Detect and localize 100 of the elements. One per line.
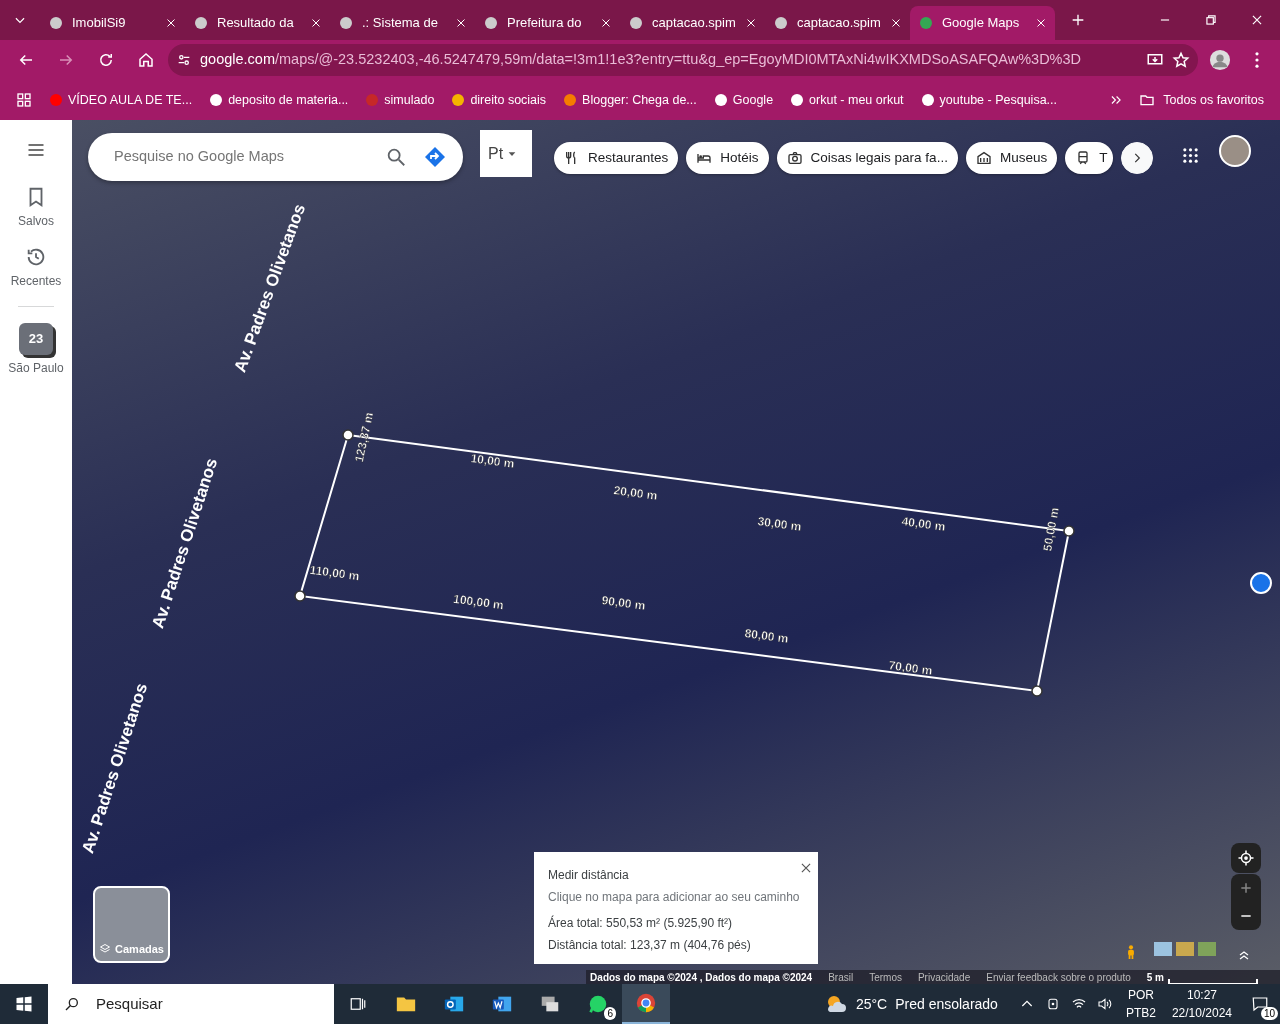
bookmark-link[interactable]: simulado bbox=[364, 90, 435, 110]
notification-center-button[interactable]: 10 bbox=[1240, 984, 1280, 1024]
category-chip[interactable]: T bbox=[1065, 142, 1114, 174]
close-icon bbox=[455, 17, 467, 29]
distance-label: 40,00 m bbox=[900, 514, 947, 534]
notification-count: 6 bbox=[604, 1007, 616, 1020]
site-icon bbox=[364, 92, 381, 108]
favicon-icon bbox=[193, 15, 209, 31]
my-location-button[interactable] bbox=[1231, 843, 1261, 873]
bookmark-link[interactable]: deposito de materia... bbox=[208, 90, 349, 110]
distance-label: 90,00 m bbox=[600, 593, 647, 613]
language-indicator[interactable]: POR PTB2 bbox=[1125, 986, 1156, 1022]
imagery-thumbnail[interactable] bbox=[1154, 942, 1172, 956]
search-icon bbox=[64, 996, 80, 1012]
browser-app-icon bbox=[635, 992, 657, 1014]
sidebar-item[interactable]: 23 São Paulo bbox=[8, 323, 64, 377]
measure-point-handle[interactable] bbox=[1063, 525, 1075, 537]
history-icon bbox=[25, 246, 47, 268]
favicon-icon bbox=[338, 15, 354, 31]
taskbar-app-button[interactable] bbox=[622, 984, 670, 1024]
speaker-icon[interactable] bbox=[1096, 996, 1113, 1012]
clock[interactable]: 10:27 22/10/2024 bbox=[1171, 986, 1232, 1022]
distance-label: 30,00 m bbox=[756, 514, 803, 534]
measure-point-handle[interactable] bbox=[1031, 685, 1043, 697]
site-icon bbox=[450, 92, 467, 108]
site-icon bbox=[712, 92, 729, 108]
close-icon bbox=[1035, 17, 1047, 29]
directions-icon[interactable] bbox=[423, 145, 447, 169]
close-icon bbox=[310, 17, 322, 29]
plus-icon bbox=[1070, 12, 1086, 28]
scale-label: 5 m bbox=[1146, 970, 1164, 984]
distance-label: 70,00 m bbox=[887, 658, 934, 678]
sidebar-item[interactable]: Salvos bbox=[18, 186, 54, 230]
apps-grid-icon[interactable] bbox=[16, 92, 32, 108]
browser-tab[interactable]: Google Maps bbox=[910, 6, 1055, 40]
footer-link[interactable]: Brasil bbox=[828, 969, 854, 984]
distance-label: 10,00 m bbox=[469, 451, 516, 471]
footer-link[interactable]: Privacidade bbox=[917, 969, 971, 984]
panel-hint: Clique no mapa para adicionar ao seu caminho bbox=[548, 889, 801, 906]
star-icon bbox=[1172, 51, 1190, 69]
bookmark-link[interactable]: direito sociais bbox=[450, 90, 547, 110]
bookmark-link[interactable]: orkut - meu orkut bbox=[789, 90, 904, 110]
sidebar-item[interactable]: Recentes bbox=[10, 246, 62, 290]
bookmark-link[interactable]: Blogger: Chega de... bbox=[562, 90, 697, 110]
zoom-out-button[interactable] bbox=[1231, 902, 1261, 930]
browser-tab[interactable]: Resultado da bbox=[185, 6, 330, 40]
chevrons-icon[interactable] bbox=[1109, 93, 1124, 107]
search-bar[interactable]: Pesquise no Google Maps bbox=[88, 133, 463, 181]
plus-icon bbox=[1239, 881, 1253, 895]
person-icon bbox=[1209, 49, 1231, 71]
favicon-icon bbox=[48, 15, 64, 31]
distance-total-text: Distância total: 123,37 m (404,76 pés) bbox=[548, 937, 752, 954]
category-chip[interactable]: Restaurantes bbox=[554, 142, 679, 174]
restore-icon bbox=[1204, 13, 1218, 27]
taskbar-search-field[interactable]: Pesquisar bbox=[48, 984, 334, 1024]
distance-label: 80,00 m bbox=[743, 626, 790, 646]
distance-label: 20,00 m bbox=[612, 483, 659, 503]
category-chip[interactable]: Hotéis bbox=[686, 142, 769, 174]
temperature-text: 25°C bbox=[855, 994, 888, 1014]
browser-tab[interactable]: Prefeitura do bbox=[475, 6, 620, 40]
reload-icon bbox=[97, 51, 115, 69]
mode-dropdown[interactable]: Pt bbox=[480, 130, 532, 177]
measure-point-handle[interactable] bbox=[342, 429, 354, 441]
site-icon bbox=[208, 92, 225, 108]
bookmark-link[interactable]: Google bbox=[712, 90, 774, 110]
search-icon[interactable] bbox=[385, 146, 407, 168]
taskbar-app-button[interactable]: 6 bbox=[574, 984, 622, 1024]
home-icon bbox=[137, 51, 155, 69]
folder-icon bbox=[1139, 92, 1156, 108]
crosshair-icon bbox=[1237, 849, 1255, 867]
place-marker-icon[interactable] bbox=[1250, 572, 1272, 594]
satellite-thumbnail[interactable] bbox=[1198, 942, 1216, 956]
category-chip[interactable]: Coisas legais para fa... bbox=[776, 142, 958, 174]
windows-icon bbox=[15, 995, 33, 1014]
address-bar[interactable]: google.com/maps/@-23.5232403,-46.5247479,59m/data=!3m1!1e3?entry=ttu&g_ep=EgoyMDI0MTAxNi4wIKXMDSoASAFQAw%3D%3D bbox=[168, 44, 1198, 76]
browser-tab[interactable]: captacao.spim bbox=[620, 6, 765, 40]
scroll-right-button[interactable] bbox=[1121, 142, 1154, 174]
browser-tab[interactable]: captacao.spim bbox=[765, 6, 910, 40]
measure-point-handle[interactable] bbox=[294, 590, 306, 602]
site-icon bbox=[562, 92, 579, 108]
site-icon bbox=[919, 92, 936, 108]
account-avatar[interactable] bbox=[1219, 135, 1251, 167]
city-thumbnail: 23 bbox=[19, 323, 53, 355]
close-icon bbox=[600, 17, 612, 29]
camera-icon bbox=[786, 150, 803, 166]
museum-icon bbox=[975, 150, 992, 166]
close-icon bbox=[1250, 13, 1264, 27]
bookmark-link[interactable]: youtube - Pesquisa... bbox=[919, 90, 1057, 110]
browser-tab[interactable]: ImobilSi9 bbox=[40, 6, 185, 40]
panel-title: Medir distância bbox=[548, 867, 630, 884]
all-bookmarks-link[interactable]: Todos os favoritos bbox=[1139, 90, 1264, 110]
favicon-icon bbox=[628, 15, 644, 31]
map-data-credit: Dados do mapa ©2024 , Dados do mapa ©2024 bbox=[590, 970, 813, 984]
category-chip[interactable]: Museus bbox=[965, 142, 1058, 174]
footer-link[interactable]: Enviar feedback sobre o produto bbox=[986, 969, 1131, 984]
bookmark-link[interactable]: VÍDEO AULA DE TE... bbox=[48, 90, 193, 110]
footer-link[interactable]: Termos bbox=[869, 969, 902, 984]
distance-label: 100,00 m bbox=[452, 591, 505, 613]
terrain-thumbnail[interactable] bbox=[1176, 942, 1194, 956]
browser-tab[interactable]: .: Sistema de bbox=[330, 6, 475, 40]
